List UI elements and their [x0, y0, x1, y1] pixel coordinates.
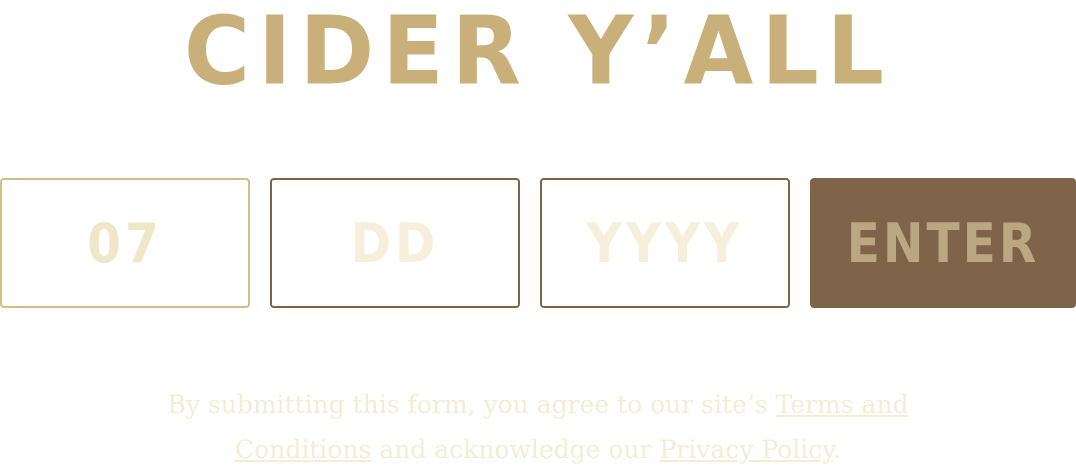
day-input[interactable] [270, 178, 520, 308]
enter-button[interactable]: ENTER [810, 178, 1076, 308]
brand-title: CIDER Y’ALL [183, 0, 893, 107]
legal-disclaimer: By submitting this form, you agree to ou… [100, 382, 976, 466]
age-gate-page: CIDER Y’ALL ENTER By submitting this for… [0, 0, 1076, 466]
legal-suffix: . [833, 435, 841, 464]
privacy-policy-link[interactable]: Privacy Policy [659, 435, 833, 464]
legal-middle: and acknowledge our [371, 435, 660, 464]
year-input[interactable] [540, 178, 790, 308]
month-input[interactable] [0, 178, 250, 308]
legal-prefix: By submitting this form, you agree to ou… [167, 390, 776, 419]
age-verification-form: ENTER [0, 178, 1076, 308]
